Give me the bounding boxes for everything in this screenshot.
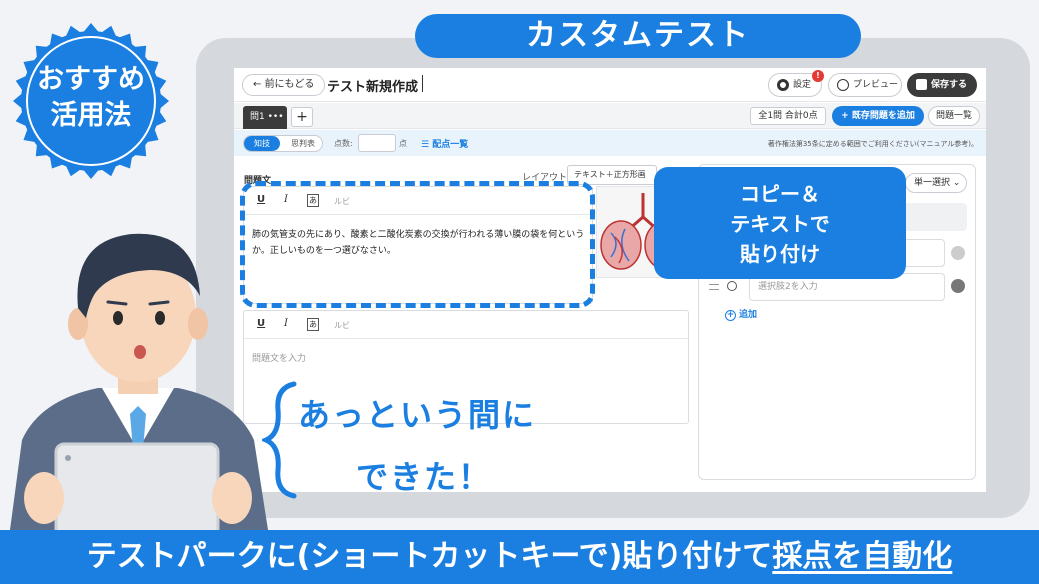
trash-icon[interactable]	[951, 279, 965, 293]
radio-button[interactable]	[727, 281, 737, 291]
footer-text: テストパークに(ショートカットキーで)貼り付けて	[86, 539, 773, 574]
notification-badge: !	[812, 70, 824, 82]
gear-icon	[777, 79, 789, 91]
settings-label: 設定	[793, 80, 812, 90]
businessman-illustration	[10, 233, 268, 530]
points-label: 点数:	[334, 139, 353, 148]
question-list-button[interactable]: 問題一覧	[928, 106, 980, 126]
answer-type-select[interactable]: 単一選択 ⌄	[905, 173, 967, 193]
add-existing-button[interactable]: + 既存問題を追加	[832, 106, 924, 126]
back-label: 前にもどる	[264, 79, 315, 90]
tab-question-1[interactable]: 問1 •••	[243, 106, 287, 129]
char-button[interactable]: あ	[307, 318, 319, 331]
question-tab-bar: 問1 ••• + 全1問 合計0点 + 既存問題を追加 問題一覧	[234, 103, 986, 129]
save-label: 保存する	[931, 80, 968, 90]
editor-toolbar-2: U I あ ルビ	[244, 311, 688, 339]
mode-toggle: 知技 思判表	[243, 135, 323, 152]
ruby-button[interactable]: ルビ	[334, 320, 350, 331]
preview-label: プレビュー	[853, 80, 899, 90]
points-input[interactable]	[358, 134, 396, 152]
add-tab-button[interactable]: +	[291, 107, 313, 127]
text-caret	[422, 75, 423, 92]
copy-paste-callout: コピー＆ テキストで 貼り付け	[654, 167, 906, 279]
question-count: 全1問 合計0点	[750, 107, 826, 125]
recommend-badge: おすすめ 活用法	[12, 22, 170, 180]
italic-button[interactable]: I	[284, 318, 288, 329]
speech-line-1: あっという間に	[298, 396, 537, 434]
play-icon	[837, 79, 849, 91]
speech-text: あっという間に できた！	[298, 390, 536, 498]
mode-knowledge[interactable]: 知技	[244, 136, 280, 151]
save-button[interactable]: 保存する	[907, 73, 977, 97]
save-icon	[916, 79, 927, 90]
preview-button[interactable]: プレビュー	[828, 73, 902, 97]
add-choice-button[interactable]: + 追加	[725, 307, 757, 321]
badge-text: おすすめ 活用法	[12, 62, 170, 134]
paste-highlight-frame	[240, 181, 595, 308]
points-unit: 点	[399, 139, 407, 148]
drag-handle-icon[interactable]	[709, 284, 719, 290]
banner-title: カスタムテスト	[415, 14, 861, 58]
plus-icon: +	[725, 310, 736, 321]
speech-line-2: できた！	[356, 458, 493, 496]
back-button[interactable]: ← 前にもどる	[242, 74, 326, 96]
mode-thinking[interactable]: 思判表	[284, 136, 322, 151]
points-list-link[interactable]: ☰ 配点一覧	[421, 137, 468, 150]
add-choice-label: 追加	[739, 310, 758, 320]
badge-line-1: おすすめ	[37, 64, 145, 95]
page-title[interactable]: テスト新規作成	[327, 76, 418, 95]
footer-banner: テストパークに(ショートカットキーで)貼り付けて採点を自動化	[0, 530, 1039, 584]
app-header: ← 前にもどる テスト新規作成 設定 ! プレビュー 保存する	[234, 68, 986, 102]
answer-type-value: 単一選択	[914, 178, 951, 188]
badge-line-2: 活用法	[50, 100, 132, 131]
trash-icon[interactable]	[951, 246, 965, 260]
question-settings-row: 知技 思判表 点数: 点 ☰ 配点一覧 著作権法第35条に定める範囲でご利用くだ…	[234, 130, 986, 156]
copyright-notice: 著作権法第35条に定める範囲でご利用ください(マニュアル参考)。	[767, 140, 978, 148]
footer-highlight: 採点を自動化	[772, 539, 953, 574]
